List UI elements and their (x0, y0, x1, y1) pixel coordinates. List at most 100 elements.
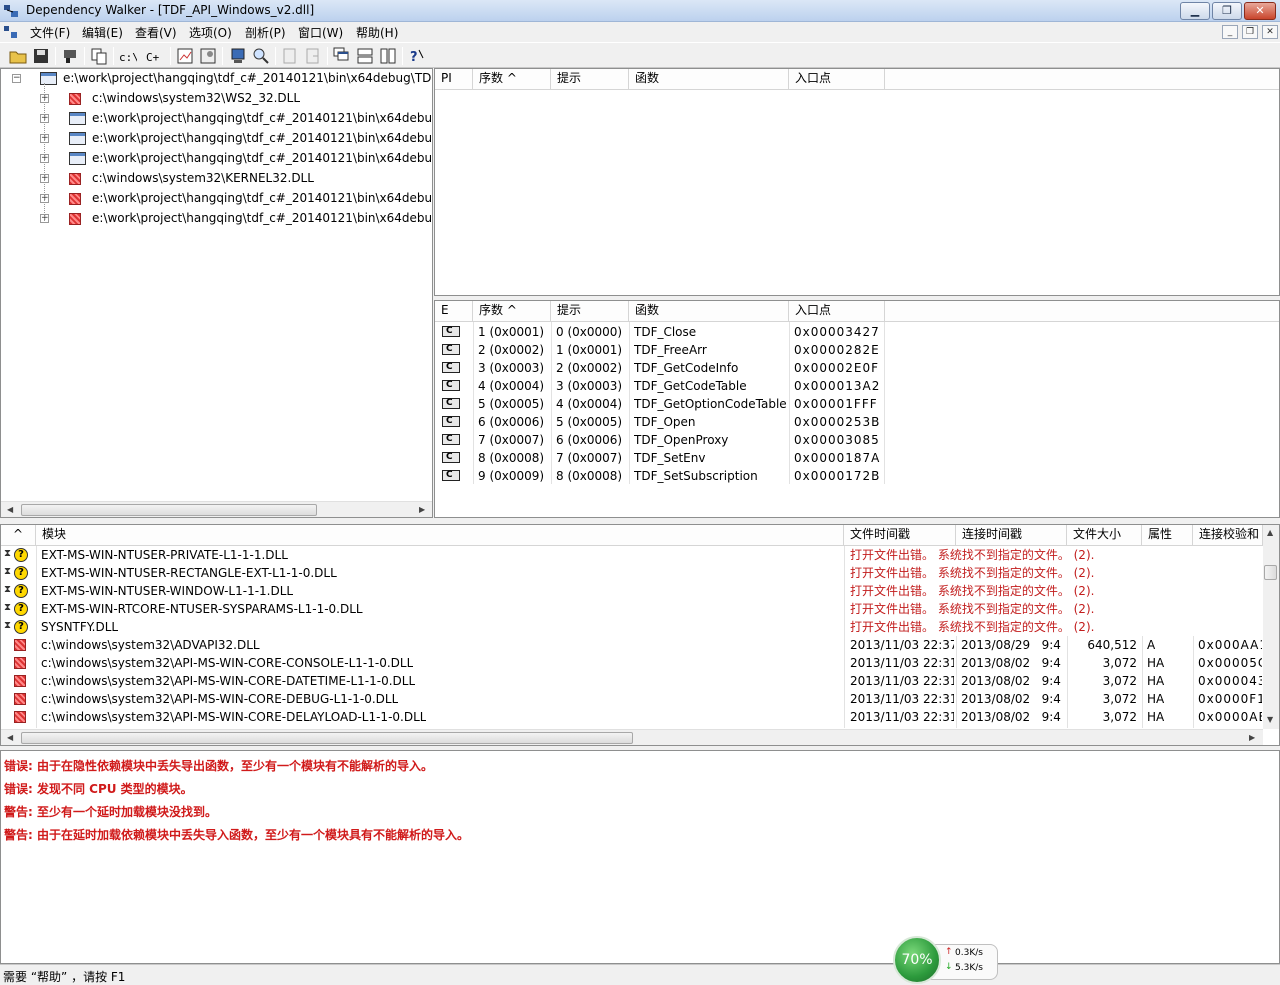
network-monitor-widget[interactable]: ↑ 0.3K/s ↓ 5.3K/s 70% (890, 934, 1000, 984)
mdi-restore-button[interactable]: ❐ (1242, 25, 1258, 39)
export-row[interactable]: C 1 (0x0001) 0 (0x0000) TDF_Close 0x00003427 (435, 323, 1279, 341)
module-row[interactable]: ⧗? EXT-MS-WIN-NTUSER-RECTANGLE-EXT-L1-1-0… (1, 564, 1263, 582)
properties-icon[interactable] (198, 46, 218, 66)
export-hint-cell: 5 (0x0005) (556, 415, 623, 429)
col-entry-point[interactable]: 入口点 (789, 69, 885, 89)
save-icon[interactable] (31, 46, 51, 66)
col-hint[interactable]: 提示 (551, 69, 629, 89)
menu-help[interactable]: 帮助(H) (356, 24, 398, 41)
scroll-right-icon[interactable]: ▶ (419, 505, 425, 514)
menu-bar: 文件(F) 编辑(E) 查看(V) 选项(O) 剖析(P) 窗口(W) 帮助(H… (0, 22, 1280, 42)
mdi-close-button[interactable]: ✕ (1262, 25, 1278, 39)
memory-usage-gauge[interactable]: 70% (893, 936, 941, 984)
menu-edit[interactable]: 编辑(E) (82, 24, 123, 41)
cascade-icon[interactable] (332, 46, 352, 66)
scroll-right-icon[interactable]: ▶ (1249, 733, 1255, 742)
col-link-checksum[interactable]: 连接校验和 (1193, 525, 1263, 545)
title-bar[interactable]: Dependency Walker - [TDF_API_Windows_v2.… (0, 0, 1280, 22)
help-icon[interactable]: ? (407, 46, 427, 66)
col-entry-point[interactable]: 入口点 (789, 301, 885, 321)
module-row[interactable]: ⧗? EXT-MS-WIN-RTCORE-NTUSER-SYSPARAMS-L1-… (1, 600, 1263, 618)
tree-hscrollbar[interactable]: ◀ ▶ (1, 501, 432, 517)
find-icon[interactable] (60, 46, 80, 66)
undecorate-cpp-icon[interactable]: C+ (145, 46, 165, 66)
chart-icon[interactable] (175, 46, 195, 66)
module-attr-cell: HA (1147, 674, 1165, 688)
module-row[interactable]: c:\windows\system32\ADVAPI32.DLL 2013/11/… (1, 636, 1263, 654)
svg-text:?: ? (410, 50, 418, 65)
scroll-left-icon[interactable]: ◀ (7, 505, 13, 514)
col-hint[interactable]: 提示 (551, 301, 629, 321)
menu-view[interactable]: 查看(V) (135, 24, 177, 41)
tree-node[interactable]: + e:\work\project\hangqing\tdf_c#_2014012… (1, 189, 431, 209)
menu-file[interactable]: 文件(F) (30, 24, 70, 41)
tile-vertical-icon[interactable] (378, 46, 398, 66)
mdi-child-icon[interactable] (4, 25, 18, 39)
modules-hscrollbar[interactable]: ◀ ▶ (1, 729, 1263, 745)
export-row[interactable]: C 2 (0x0002) 1 (0x0001) TDF_FreeArr 0x000028… (435, 341, 1279, 359)
previous-icon[interactable] (280, 46, 300, 66)
menu-profile[interactable]: 剖析(P) (245, 24, 286, 41)
module-row[interactable]: ⧗? EXT-MS-WIN-NTUSER-WINDOW-L1-1-1.DLL 打开文… (1, 582, 1263, 600)
col-sort[interactable]: ^ (1, 525, 36, 545)
modules-vscrollbar[interactable]: ▲ ▼ (1263, 525, 1279, 729)
col-file-time[interactable]: 文件时间戳 (844, 525, 956, 545)
toolbar: c:\ C+ ? (0, 42, 1280, 68)
col-function[interactable]: 函数 (629, 69, 789, 89)
scroll-thumb[interactable] (1264, 565, 1277, 580)
copy-icon[interactable] (89, 46, 109, 66)
module-row[interactable]: ⧗? SYSNTFY.DLL 打开文件出错。 系统找不到指定的文件。 (2). (1, 618, 1263, 636)
export-row[interactable]: C 3 (0x0003) 2 (0x0002) TDF_GetCodeInfo 0x00… (435, 359, 1279, 377)
export-ordinal-cell: 6 (0x0006) (478, 415, 545, 429)
module-row[interactable]: ⧗? EXT-MS-WIN-NTUSER-PRIVATE-L1-1-1.DLL 打开… (1, 546, 1263, 564)
restore-button[interactable]: ❐ (1212, 2, 1242, 20)
col-attributes[interactable]: 属性 (1142, 525, 1193, 545)
system-info-icon[interactable] (228, 46, 248, 66)
tree-node-label: e:\work\project\hangqing\tdf_c#_20140121… (92, 151, 431, 165)
col-ordinal[interactable]: 序数 ^ (473, 69, 551, 89)
col-module[interactable]: 模块 (36, 525, 844, 545)
export-row[interactable]: C 5 (0x0005) 4 (0x0004) TDF_GetOptionCodeTa… (435, 395, 1279, 413)
export-row[interactable]: C 9 (0x0009) 8 (0x0008) TDF_SetSubscription… (435, 467, 1279, 485)
next-icon[interactable] (303, 46, 323, 66)
tree-node[interactable]: + c:\windows\system32\WS2_32.DLL (1, 89, 431, 109)
export-hint-cell: 4 (0x0004) (556, 397, 623, 411)
export-row[interactable]: C 8 (0x0008) 7 (0x0007) TDF_SetEnv 0x0000187… (435, 449, 1279, 467)
module-row[interactable]: c:\windows\system32\API-MS-WIN-CORE-DELA… (1, 708, 1263, 726)
export-row[interactable]: C 7 (0x0007) 6 (0x0006) TDF_OpenProxy 0x0000… (435, 431, 1279, 449)
tree-node[interactable]: + e:\work\project\hangqing\tdf_c#_2014012… (1, 129, 431, 149)
tree-root-node[interactable]: − e:\work\project\hangqing\tdf_c#_201401… (1, 69, 431, 89)
export-row[interactable]: C 4 (0x0004) 3 (0x0003) TDF_GetCodeTable 0x0… (435, 377, 1279, 395)
module-row[interactable]: c:\windows\system32\API-MS-WIN-CORE-CONS… (1, 654, 1263, 672)
module-list-panel: ^ 模块 文件时间戳 连接时间戳 文件大小 属性 连接校验和 ⧗? EXT-MS-… (0, 524, 1280, 746)
col-function[interactable]: 函数 (629, 301, 789, 321)
menu-window[interactable]: 窗口(W) (298, 24, 343, 41)
scroll-thumb[interactable] (21, 732, 633, 744)
tree-node[interactable]: + e:\work\project\hangqing\tdf_c#_2014012… (1, 209, 431, 229)
tree-node[interactable]: + c:\windows\system32\KERNEL32.DLL (1, 169, 431, 189)
search-icon[interactable] (251, 46, 271, 66)
col-link-time[interactable]: 连接时间戳 (956, 525, 1067, 545)
collapse-icon[interactable]: − (12, 74, 21, 83)
export-row[interactable]: C 6 (0x0006) 5 (0x0005) TDF_Open 0x0000253B (435, 413, 1279, 431)
open-folder-icon[interactable] (8, 46, 28, 66)
col-e[interactable]: E (435, 301, 473, 321)
scroll-left-icon[interactable]: ◀ (7, 733, 13, 742)
col-pi[interactable]: PI (435, 69, 473, 89)
col-file-size[interactable]: 文件大小 (1067, 525, 1142, 545)
menu-options[interactable]: 选项(O) (189, 24, 232, 41)
tree-node[interactable]: + e:\work\project\hangqing\tdf_c#_2014012… (1, 149, 431, 169)
module-row[interactable]: c:\windows\system32\API-MS-WIN-CORE-DATE… (1, 672, 1263, 690)
scroll-thumb[interactable] (21, 504, 317, 516)
mdi-minimize-button[interactable]: _ (1222, 25, 1238, 39)
minimize-button[interactable]: ▁ (1180, 2, 1210, 20)
tile-horizontal-icon[interactable] (355, 46, 375, 66)
tree-node[interactable]: + e:\work\project\hangqing\tdf_c#_2014012… (1, 109, 431, 129)
col-ordinal[interactable]: 序数 ^ (473, 301, 551, 321)
module-name-cell: EXT-MS-WIN-RTCORE-NTUSER-SYSPARAMS-L1-1-… (41, 602, 363, 616)
scroll-down-icon[interactable]: ▼ (1267, 715, 1273, 724)
full-paths-icon[interactable]: c:\ (117, 46, 137, 66)
module-row[interactable]: c:\windows\system32\API-MS-WIN-CORE-DEBU… (1, 690, 1263, 708)
close-button[interactable]: ✕ (1244, 2, 1276, 20)
scroll-up-icon[interactable]: ▲ (1267, 528, 1273, 537)
